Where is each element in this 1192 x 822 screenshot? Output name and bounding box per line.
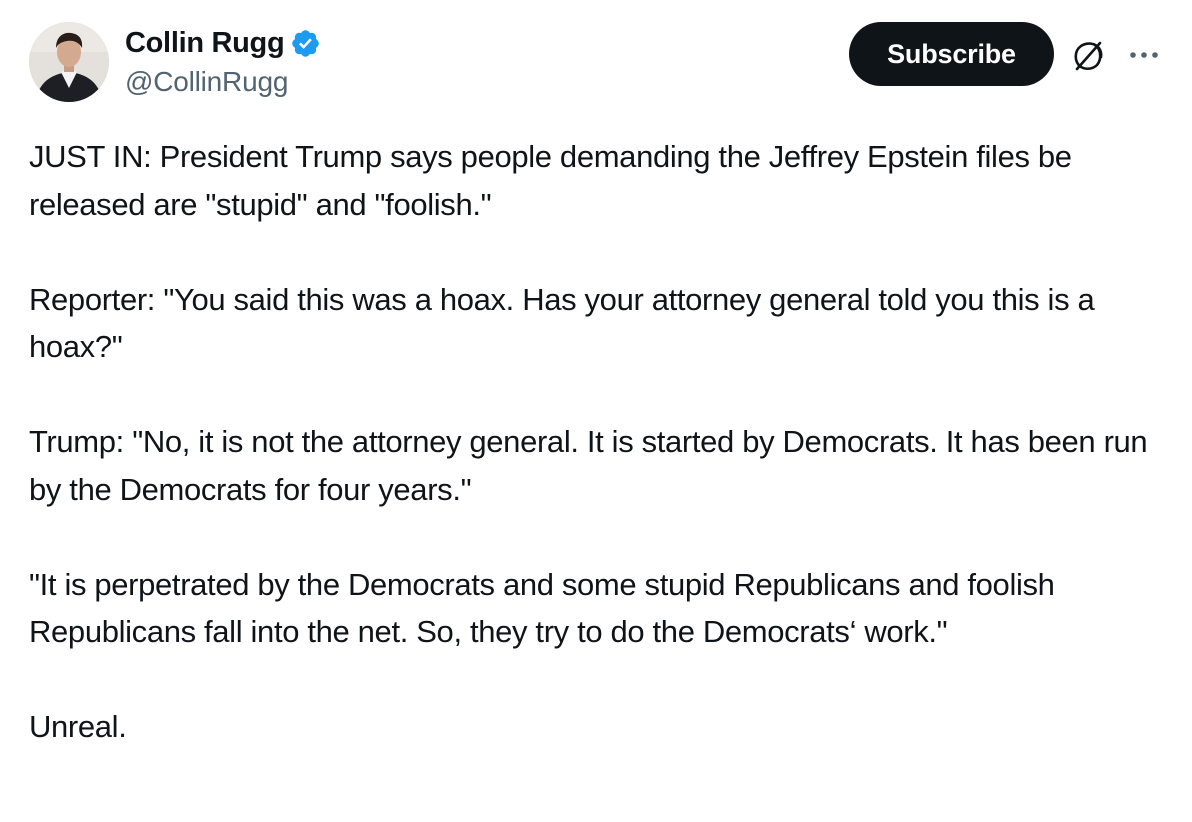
- tweet-paragraph: Trump: "No, it is not the attorney gener…: [29, 424, 1148, 507]
- grok-icon[interactable]: [1070, 38, 1106, 74]
- author-name-row: Collin Rugg: [125, 24, 321, 62]
- author-handle[interactable]: @CollinRugg: [125, 66, 321, 98]
- avatar-photo: [29, 22, 109, 102]
- subscribe-button[interactable]: Subscribe: [849, 22, 1054, 86]
- tweet-paragraph: Reporter: "You said this was a hoax. Has…: [29, 281, 1095, 365]
- verified-badge-icon: [290, 28, 321, 59]
- tweet-paragraph: JUST IN: President Trump says people dem…: [29, 139, 1072, 222]
- tweet-paragraph: "It is perpetrated by the Democrats and …: [29, 566, 1055, 650]
- more-options-icon[interactable]: [1126, 40, 1162, 70]
- tweet-paragraph: Unreal.: [29, 709, 127, 744]
- tweet-text: JUST IN: President Trump says people dem…: [29, 133, 1169, 751]
- tweet: Collin Rugg @CollinRugg Subscribe JUST I…: [0, 0, 1192, 822]
- author-avatar[interactable]: [29, 22, 109, 102]
- author-display-name[interactable]: Collin Rugg: [125, 27, 285, 60]
- author-info: Collin Rugg @CollinRugg: [125, 24, 321, 98]
